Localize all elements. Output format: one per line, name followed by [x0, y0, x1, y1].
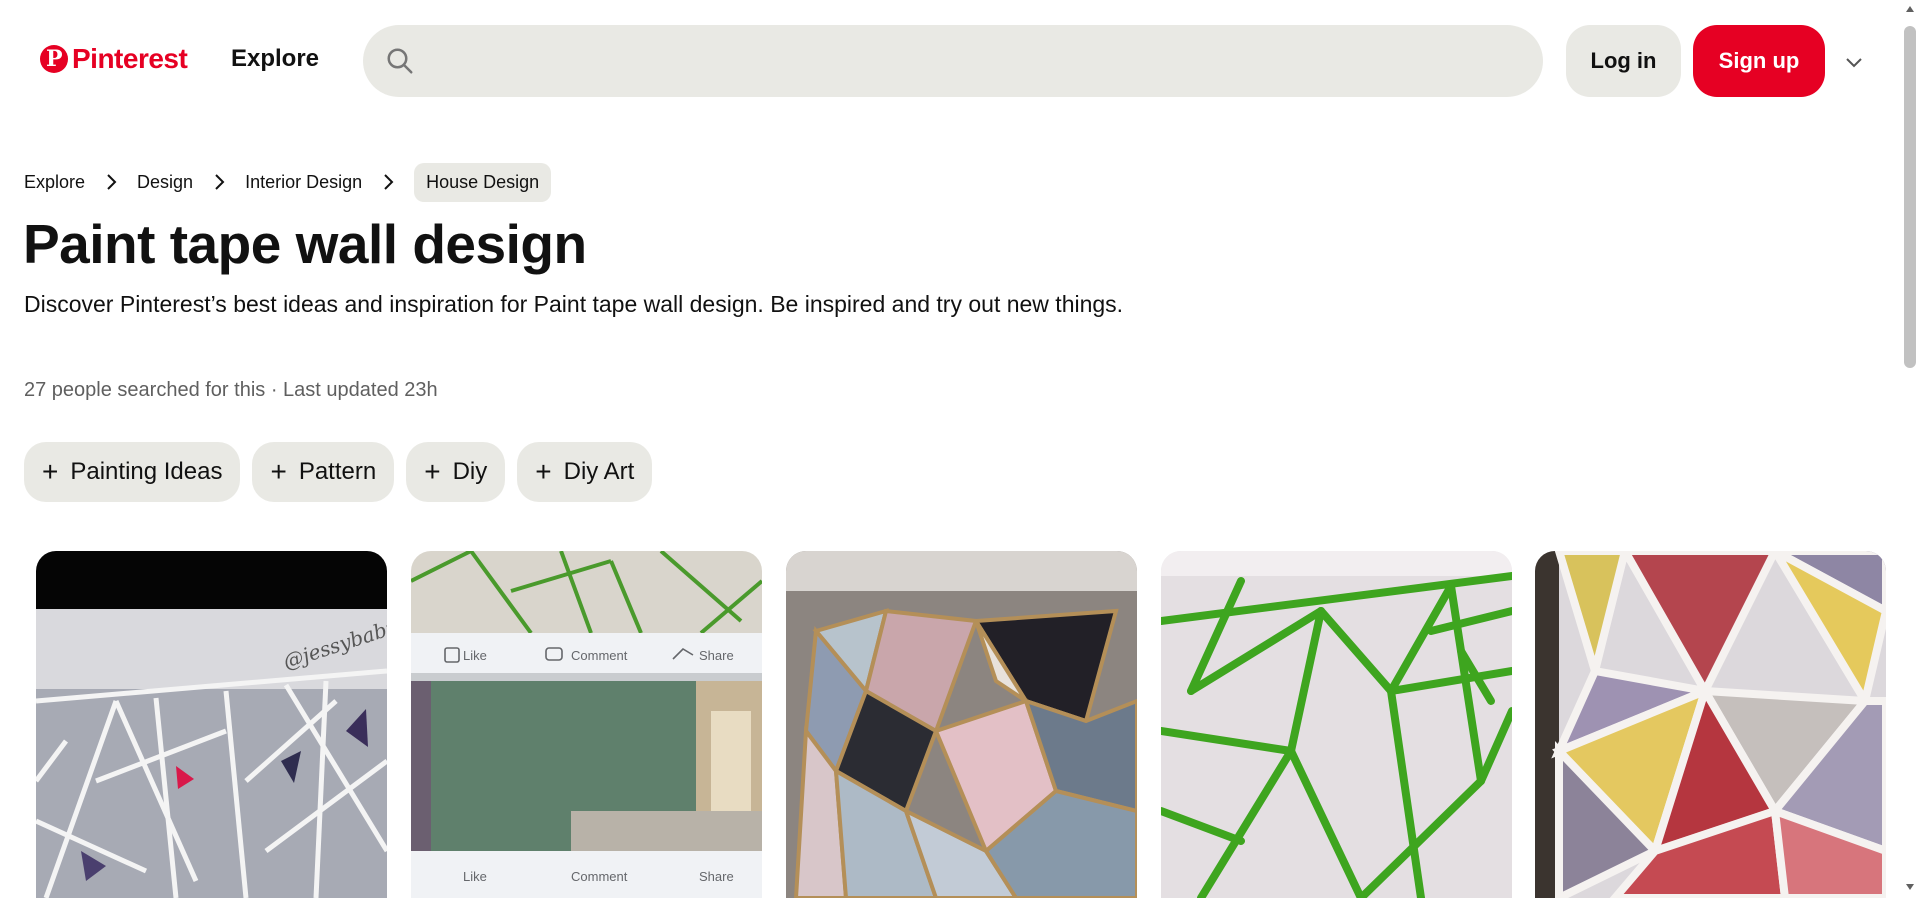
chevron-right-icon — [205, 172, 233, 192]
pin-pastel-geometric-wall[interactable] — [786, 551, 1137, 898]
pin-green-tape-wall[interactable] — [1161, 551, 1512, 898]
breadcrumb-item-explore[interactable]: Explore — [24, 172, 85, 193]
scrollbar[interactable] — [1900, 0, 1920, 898]
comment-label-2: Comment — [571, 869, 628, 884]
breadcrumb-item-design[interactable]: Design — [137, 172, 193, 193]
chip-painting-ideas[interactable]: + Painting Ideas — [24, 442, 241, 502]
plus-icon: + — [270, 456, 287, 487]
pin-image — [1161, 551, 1512, 898]
pin-image — [786, 551, 1137, 898]
pin-gray-triangle-wall[interactable]: @jessybaby — [36, 551, 387, 898]
scroll-down-arrow-icon[interactable] — [1905, 882, 1915, 892]
plus-icon: + — [424, 456, 441, 487]
signup-button[interactable]: Sign up — [1693, 25, 1825, 97]
chip-label: Diy Art — [563, 458, 635, 485]
explore-link[interactable]: Explore — [231, 45, 319, 73]
pin-image: Like Comment Share Like Comment Share — [411, 551, 762, 898]
chip-diy[interactable]: + Diy — [406, 442, 506, 502]
search-meta: 27 people searched for this · Last updat… — [24, 379, 438, 401]
chevron-right-icon — [374, 172, 402, 192]
pin-image: @jessybaby — [36, 551, 387, 898]
breadcrumb-item-interior-design[interactable]: Interior Design — [245, 172, 362, 193]
chip-label: Pattern — [298, 458, 377, 485]
pin-image — [1535, 551, 1886, 898]
pin-colorful-geometric-wall[interactable] — [1535, 551, 1886, 898]
top-nav: P Pinterest Explore Log in Sign up — [0, 0, 1900, 122]
chip-diy-art[interactable]: + Diy Art — [517, 442, 653, 502]
breadcrumb-item-current[interactable]: House Design — [414, 162, 552, 202]
page-description: Discover Pinterest’s best ideas and insp… — [24, 291, 1124, 317]
pin-grid: @jessybaby Like Comment Share Like Comme… — [36, 551, 1886, 898]
pinterest-logo-icon: P — [40, 45, 68, 73]
search-icon — [387, 48, 413, 74]
login-button[interactable]: Log in — [1566, 25, 1681, 97]
search-input[interactable] — [431, 49, 1531, 73]
share-label: Share — [699, 648, 734, 663]
share-label-2: Share — [699, 869, 734, 884]
chip-label: Painting Ideas — [70, 458, 223, 485]
like-label-2: Like — [463, 869, 487, 884]
page-title: Paint tape wall design — [23, 213, 587, 275]
search-bar[interactable] — [363, 25, 1543, 97]
breadcrumb: Explore Design Interior Design House Des… — [24, 162, 552, 202]
scroll-thumb[interactable] — [1904, 26, 1916, 368]
chevron-right-icon — [97, 172, 125, 192]
pin-facebook-post-collage[interactable]: Like Comment Share Like Comment Share — [411, 551, 762, 898]
chip-label: Diy — [452, 458, 488, 485]
comment-label: Comment — [571, 648, 628, 663]
chevron-down-icon[interactable] — [1842, 50, 1866, 74]
plus-icon: + — [42, 456, 59, 487]
scroll-up-arrow-icon[interactable] — [1905, 4, 1915, 14]
like-label: Like — [463, 648, 487, 663]
chip-pattern[interactable]: + Pattern — [252, 442, 395, 502]
related-chips: + Painting Ideas + Pattern + Diy + Diy A… — [24, 442, 653, 502]
pinterest-logo[interactable]: P Pinterest — [40, 43, 188, 75]
logo-text: Pinterest — [72, 43, 188, 74]
plus-icon: + — [535, 456, 552, 487]
